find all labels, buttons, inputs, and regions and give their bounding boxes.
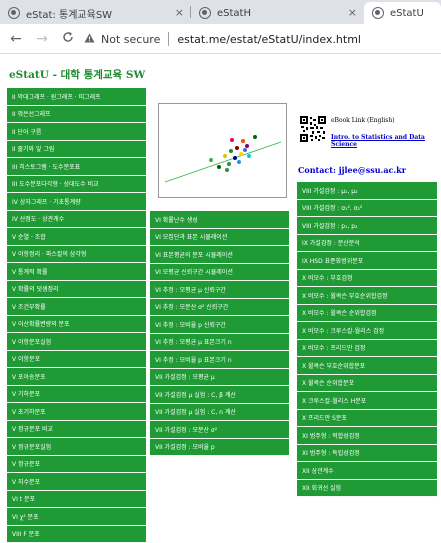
menu-item[interactable]: V 이항분포실험 xyxy=(7,333,146,351)
menu-item[interactable]: V 정규분포 xyxy=(7,456,146,474)
menu-item[interactable]: VIII 가설검정 : p₁, p₂ xyxy=(297,217,437,235)
tab-title: eStatU xyxy=(390,8,424,19)
ebook-link[interactable]: Intro. to Statistics and Data Science xyxy=(331,134,441,148)
page-title: eStatU - 대학 통계교육 SW xyxy=(9,67,145,82)
menu-item[interactable]: V 정규분포 비교 xyxy=(7,421,146,439)
menu-item[interactable]: XII 회귀선 실험 xyxy=(297,480,437,498)
menu-item[interactable]: V 이항정리 · 파스칼의 삼각형 xyxy=(7,246,146,264)
menu-item[interactable]: VI 모집단과 표본 시뮬레이션 xyxy=(150,229,289,247)
menu-item[interactable]: VI 표본평균의 분포 시뮬레이션 xyxy=(150,246,289,264)
tab-estatu[interactable]: eStatU xyxy=(364,2,441,24)
menu-item[interactable]: V 정규분포실험 xyxy=(7,438,146,456)
menu-item[interactable]: IX HSD 표준화범위분포 xyxy=(297,252,437,270)
close-icon[interactable]: × xyxy=(348,6,357,19)
menu-item[interactable]: XI 범주형 : 독립성검정 xyxy=(297,445,437,463)
menu-item[interactable]: VI 추정 : 모평균 μ 신뢰구간 xyxy=(150,281,289,299)
browser-toolbar: ← → Not secure estat.me/estat/eStatU/ind… xyxy=(0,24,441,54)
menu-item[interactable]: VIII F 분포 xyxy=(7,526,146,543)
forward-button[interactable]: → xyxy=(32,31,52,47)
menu-item[interactable]: V 초기하분포 xyxy=(7,403,146,421)
menu-item[interactable]: V 포아송분포 xyxy=(7,368,146,386)
estat-favicon xyxy=(8,7,20,19)
reload-icon xyxy=(62,31,74,43)
tab-estath[interactable]: eStatH × xyxy=(191,2,363,24)
menu-item[interactable]: X 윌콕슨 부호순위합분포 xyxy=(297,357,437,375)
security-label: Not secure xyxy=(101,33,160,46)
contact-email: Contact: jjlee@ssu.ac.kr xyxy=(298,165,406,175)
menu-item[interactable]: VII 가설검정 : 모비율 p xyxy=(150,439,289,457)
tab-estat[interactable]: eStat: 통계교육SW × xyxy=(0,2,190,24)
menu-item[interactable]: VII 가설검정 μ 실험 : C, n 계산 xyxy=(150,404,289,422)
scatter-plot-image xyxy=(158,103,287,198)
menu-item[interactable]: V 지수분포 xyxy=(7,473,146,491)
menu-item[interactable]: X 비모수 : 윌콕슨 부호순위합검정 xyxy=(297,287,437,305)
omnibox-divider xyxy=(168,32,169,46)
page-content: eStatU - 대학 통계교육 SW II 막대그래프 · 원그래프 · 띠그… xyxy=(0,55,441,493)
menu-item[interactable]: VII 가설검정 : 모분산 σ² xyxy=(150,421,289,439)
menu-item[interactable]: II 줄기와 잎 그림 xyxy=(7,141,146,159)
tab-title: eStatH xyxy=(217,8,251,19)
globe-icon xyxy=(372,7,384,19)
menu-item[interactable]: VI 모평균 신뢰구간 시뮬레이션 xyxy=(150,264,289,282)
close-icon[interactable]: × xyxy=(175,6,184,19)
menu-item[interactable]: VI t 분포 xyxy=(7,491,146,509)
address-bar[interactable]: Not secure estat.me/estat/eStatU/index.h… xyxy=(84,28,434,50)
menu-item[interactable]: IV 산점도 · 상관계수 xyxy=(7,211,146,229)
menu-item[interactable]: VII 가설검정 : 모평균 μ xyxy=(150,369,289,387)
menu-item[interactable]: II 단어 구름 xyxy=(7,123,146,141)
menu-item[interactable]: VI 추정 : 모비율 p 신뢰구간 xyxy=(150,316,289,334)
menu-item[interactable]: V 이항분포 xyxy=(7,351,146,369)
regression-scatter-graphic xyxy=(159,104,286,197)
menu-item[interactable]: V 순열 · 조합 xyxy=(7,228,146,246)
tab-bar: eStat: 통계교육SW × eStatH × eStatU xyxy=(0,0,441,24)
menu-item[interactable]: III 도수분포다각형 · 상대도수 비교 xyxy=(7,176,146,194)
back-button[interactable]: ← xyxy=(6,31,26,47)
menu-item[interactable]: VI 추정 : 모분산 σ² 신뢰구간 xyxy=(150,299,289,317)
menu-column-3: VIII 가설검정 : μ₁, μ₂VIII 가설검정 : σ₁², σ₂²VI… xyxy=(297,182,437,497)
menu-item[interactable]: X 비모수 : 프리드만 검정 xyxy=(297,340,437,358)
menu-item[interactable]: X 프리드만 S분포 xyxy=(297,410,437,428)
menu-item[interactable]: X 비모수 : 크루스칼-월리스 검정 xyxy=(297,322,437,340)
menu-item[interactable]: V 확률의 덧셈정리 xyxy=(7,281,146,299)
menu-item[interactable]: V 기하분포 xyxy=(7,386,146,404)
qr-code-icon xyxy=(300,116,326,142)
menu-item[interactable]: IX 가설검정 : 분산분석 xyxy=(297,235,437,253)
menu-column-1: II 막대그래프 · 원그래프 · 띠그래프II 꺾은선그래프II 단어 구름I… xyxy=(7,88,146,543)
menu-item[interactable]: VI χ² 분포 xyxy=(7,508,146,526)
menu-item[interactable]: XI 범주형 : 적합성검정 xyxy=(297,427,437,445)
reload-button[interactable] xyxy=(58,31,78,46)
menu-item[interactable]: II 꺾은선그래프 xyxy=(7,106,146,124)
menu-item[interactable]: III 히스토그램 · 도수분포표 xyxy=(7,158,146,176)
menu-column-2: VI 확률난수 생성VI 모집단과 표본 시뮬레이션VI 표본평균의 분포 시뮬… xyxy=(150,211,289,456)
menu-item[interactable]: V 조건부확률 xyxy=(7,298,146,316)
menu-item[interactable]: X 윌콕슨 순위합분포 xyxy=(297,375,437,393)
menu-item[interactable]: VIII 가설검정 : σ₁², σ₂² xyxy=(297,200,437,218)
menu-item[interactable]: V 이산확률변량의 분포 xyxy=(7,316,146,334)
menu-item[interactable]: II 막대그래프 · 원그래프 · 띠그래프 xyxy=(7,88,146,106)
estat-favicon xyxy=(199,7,211,19)
menu-item[interactable]: XII 상관계수 xyxy=(297,462,437,480)
menu-item[interactable]: V 통계적 확률 xyxy=(7,263,146,281)
menu-item[interactable]: X 비모수 : 부호검정 xyxy=(297,270,437,288)
menu-item[interactable]: VI 추정 : 모평균 μ 표본크기 n xyxy=(150,334,289,352)
menu-item[interactable]: IV 상자그래프 · 기초통계량 xyxy=(7,193,146,211)
menu-item[interactable]: X 비모수 : 윌콕슨 순위합검정 xyxy=(297,305,437,323)
menu-item[interactable]: X 크루스칼-월리스 H분포 xyxy=(297,392,437,410)
menu-item[interactable]: VIII 가설검정 : μ₁, μ₂ xyxy=(297,182,437,200)
tab-title: eStat: 통계교육SW xyxy=(26,6,112,21)
warning-icon xyxy=(84,33,95,46)
url-text[interactable]: estat.me/estat/eStatU/index.html xyxy=(177,33,361,46)
menu-item[interactable]: VI 확률난수 생성 xyxy=(150,211,289,229)
menu-item[interactable]: VII 가설검정 μ 실험 : C, β 계산 xyxy=(150,386,289,404)
menu-item[interactable]: VI 추정 : 모비율 p 표본크기 n xyxy=(150,351,289,369)
ebook-label: eBook Link (English) xyxy=(331,117,395,124)
